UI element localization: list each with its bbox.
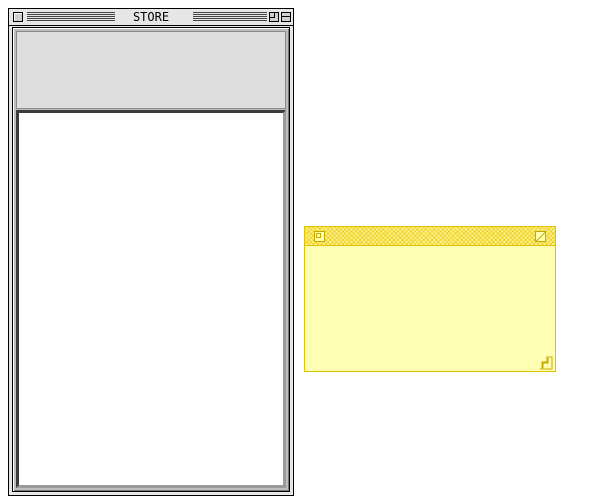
store-window[interactable]: STORE [8, 8, 294, 496]
collapse-box-icon[interactable] [281, 12, 291, 22]
zoom-box-icon[interactable] [269, 12, 279, 22]
store-titlebar[interactable]: STORE [9, 9, 293, 26]
store-header-panel [16, 31, 286, 109]
store-content-panel[interactable] [16, 110, 286, 488]
note-close-icon[interactable] [314, 231, 325, 242]
note-zoom-icon[interactable] [535, 231, 546, 242]
resize-grip-icon[interactable] [539, 355, 553, 370]
store-window-frame [12, 27, 290, 492]
window-title-container: STORE [9, 9, 293, 25]
window-title: STORE [126, 10, 176, 24]
sticky-note-titlebar[interactable] [305, 227, 555, 246]
sticky-note-body[interactable] [305, 246, 555, 371]
sticky-note[interactable] [304, 226, 556, 372]
